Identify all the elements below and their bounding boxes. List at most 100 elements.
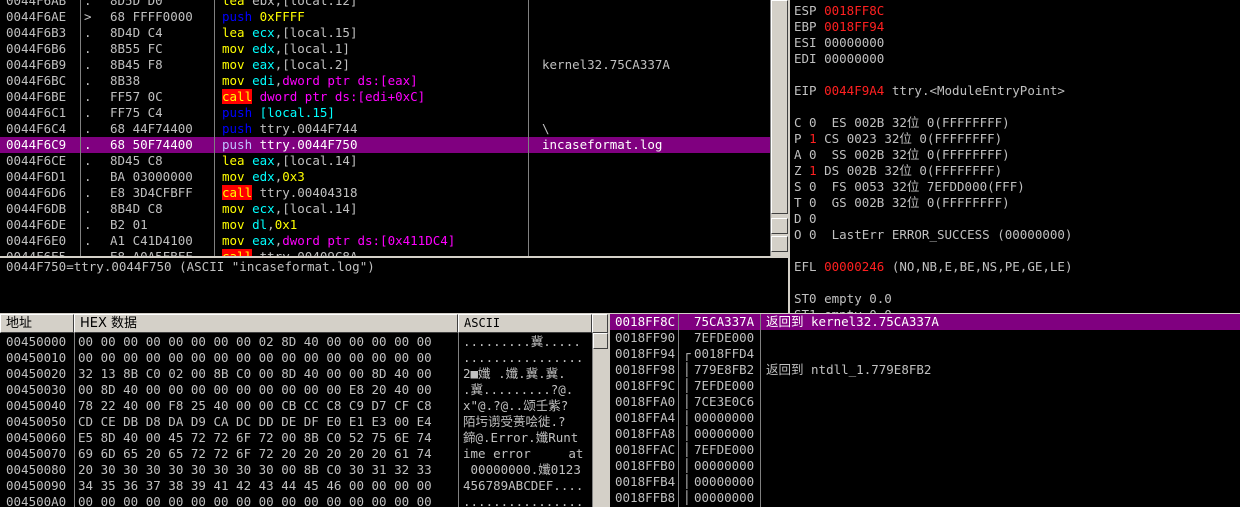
disassembly-scrollbar[interactable] xyxy=(770,0,788,256)
disassembly-pane[interactable]: 0044F6AB. 8D5D D0 lea ebx,[local.12] 0044F6… xyxy=(0,0,770,256)
stack-address: 0018FFB8 xyxy=(615,490,676,505)
disasm-row[interactable]: 0044F6B3. 8D4D C4 lea ecx,[local.15] xyxy=(0,25,770,41)
register-line[interactable]: C 0 ES 002B 32位 0(FFFFFFFF) xyxy=(794,115,1010,131)
register-line[interactable]: EIP 0044F9A4 ttry.<ModuleEntryPoint> xyxy=(794,83,1065,99)
disasm-instruction: mov eax,dword ptr ds:[0x411DC4] xyxy=(222,233,455,249)
dump-address: 00450040 xyxy=(6,398,67,413)
stack-value: 00000000 xyxy=(694,458,755,473)
dump-header-ascii[interactable]: ASCII xyxy=(458,314,592,333)
dump-ascii: 00000000.孅0123 xyxy=(463,462,581,477)
stack-row[interactable]: 0018FFA0 │ 7CE3E0C6 xyxy=(610,394,1240,410)
stack-row[interactable]: 0018FF90 7EFDE000 xyxy=(610,330,1240,346)
dump-header-hex[interactable]: HEX 数据 xyxy=(74,314,458,333)
column-divider xyxy=(214,0,215,256)
register-line[interactable]: ST0 empty 0.0 xyxy=(794,291,892,307)
dump-hex-bytes: E5 8D 40 00 45 72 72 6F 72 00 8B C0 52 7… xyxy=(78,430,432,445)
stack-row[interactable]: 0018FFAC │ 7EFDE000 xyxy=(610,442,1240,458)
disasm-instruction: lea eax,[local.14] xyxy=(222,153,357,169)
instruction-token: lea xyxy=(222,153,245,168)
register-line[interactable]: T 0 GS 002B 32位 0(FFFFFFFF) xyxy=(794,195,1010,211)
disasm-row[interactable]: 0044F6AE >68 FFFF0000 push 0xFFFF xyxy=(0,9,770,25)
disasm-address: 0044F6AB xyxy=(6,0,67,8)
stack-value: 00000000 xyxy=(694,426,755,441)
instruction-token: edi xyxy=(244,73,275,88)
stack-marker: │ xyxy=(683,378,691,393)
disasm-row[interactable]: 0044F6C9. 68 50F74400 push ttry.0044F750 in… xyxy=(0,137,770,153)
disasm-instruction: call dword ptr ds:[edi+0xC] xyxy=(222,89,425,105)
stack-marker: ┌ xyxy=(683,346,691,361)
scroll-up-button[interactable] xyxy=(593,333,608,349)
register-line[interactable]: EFL 00000246 (NO,NB,E,BE,NS,PE,GE,LE) xyxy=(794,259,1072,275)
disasm-row[interactable]: 0044F6B9. 8B45 F8 mov eax,[local.2] kernel3… xyxy=(0,57,770,73)
stack-row[interactable]: 0018FFB0 │ 00000000 xyxy=(610,458,1240,474)
info-pane[interactable]: 0044F750=ttry.0044F750 (ASCII "incasefor… xyxy=(0,256,788,313)
disasm-row[interactable]: 0044F6B6. 8B55 FC mov edx,[local.1] xyxy=(0,41,770,57)
instruction-token: [local.15] xyxy=(252,105,335,120)
stack-row[interactable]: 0018FF9C │ 7EFDE000 xyxy=(610,378,1240,394)
instruction-token: call xyxy=(222,185,253,200)
instruction-token: call xyxy=(222,249,253,256)
dump-scrollbar[interactable] xyxy=(592,333,608,507)
dump-hex-bytes: 00 00 00 00 00 00 00 00 00 00 00 00 00 0… xyxy=(78,494,432,507)
disasm-row[interactable]: 0044F6CE. 8D45 C8 lea eax,[local.14] xyxy=(0,153,770,169)
disasm-address: 0044F6B3 xyxy=(6,25,67,40)
register-line[interactable]: EBP 0018FF94 xyxy=(794,19,884,35)
stack-row[interactable]: 0018FFA8 │ 00000000 xyxy=(610,426,1240,442)
disasm-row[interactable]: 0044F6E0. A1 C41D4100 mov eax,dword ptr ds… xyxy=(0,233,770,249)
scroll-up-button[interactable] xyxy=(771,218,788,234)
disasm-row[interactable]: 0044F6DB. 8B4D C8 mov ecx,[local.14] xyxy=(0,201,770,217)
dump-header-address[interactable]: 地址 xyxy=(0,314,74,333)
register-token: (NO,NB,E,BE,NS,PE,GE,LE) xyxy=(884,259,1073,274)
registers-pane[interactable]: EBX 7EFDE000ESP 0018FF8CEBP 0018FF94ESI … xyxy=(790,0,1240,313)
stack-value: 7EFDE000 xyxy=(694,378,755,393)
stack-address: 0018FF8C xyxy=(615,314,676,329)
register-line[interactable]: S 0 FS 0053 32位 7EFDD000(FFF) xyxy=(794,179,1025,195)
register-line[interactable]: ST1 empty 0.0 xyxy=(794,307,892,313)
stack-row[interactable]: 0018FF98 │ 779E8FB2 返回到 ntdll_1.779E8FB2 xyxy=(610,362,1240,378)
register-line[interactable]: ESI 00000000 xyxy=(794,35,884,51)
register-token: ST1 empty 0.0 xyxy=(794,307,892,313)
disasm-row[interactable]: 0044F6C1. FF75 C4 push [local.15] xyxy=(0,105,770,121)
stack-address: 0018FF9C xyxy=(615,378,676,393)
scroll-down-button[interactable] xyxy=(771,236,788,252)
disasm-row[interactable]: 0044F6BC. 8B38 mov edi,dword ptr ds:[eax] xyxy=(0,73,770,89)
scrollbar-thumb[interactable] xyxy=(771,0,788,214)
disasm-row[interactable]: 0044F6D6. E8 3D4CFBFF call ttry.00404318 xyxy=(0,185,770,201)
register-token: DS 002B 32位 0(FFFFFFFF) xyxy=(816,163,1003,178)
disasm-marker: . xyxy=(84,153,92,168)
disasm-marker: . xyxy=(84,201,92,216)
instruction-token: edx xyxy=(244,169,275,184)
disasm-hex: 68 FFFF0000 xyxy=(110,9,193,24)
dump-ascii: 456789ABCDEF.... xyxy=(463,478,584,493)
register-line[interactable]: A 0 SS 002B 32位 0(FFFFFFFF) xyxy=(794,147,1010,163)
register-line[interactable]: D 0 xyxy=(794,211,817,227)
register-line[interactable]: Z 1 DS 002B 32位 0(FFFFFFFF) xyxy=(794,163,1002,179)
disasm-address: 0044F6B9 xyxy=(6,57,67,72)
disasm-row[interactable]: 0044F6D1. BA 03000000 mov edx,0x3 xyxy=(0,169,770,185)
column-divider xyxy=(760,314,761,507)
stack-marker: │ xyxy=(683,426,691,441)
dump-hex-bytes: 78 22 40 00 F8 25 40 00 00 CB CC C8 C9 D… xyxy=(78,398,432,413)
disasm-marker: . xyxy=(84,25,92,40)
stack-row[interactable]: 0018FF94 ┌ 0018FFD4 xyxy=(610,346,1240,362)
disasm-row[interactable]: 0044F6C4. 68 44F74400 push ttry.0044F744 \ xyxy=(0,121,770,137)
disasm-row[interactable]: 0044F6E5. E8 A0A5FBFF call ttry.00409C8A xyxy=(0,249,770,256)
dump-hex-bytes: 00 00 00 00 00 00 00 00 00 00 00 00 00 0… xyxy=(78,350,432,365)
stack-marker: │ xyxy=(683,474,691,489)
register-line[interactable]: ESP 0018FF8C xyxy=(794,3,884,19)
disasm-row[interactable]: 0044F6AB. 8D5D D0 lea ebx,[local.12] xyxy=(0,0,770,9)
disasm-row[interactable]: 0044F6BE. FF57 0C call dword ptr ds:[edi+0… xyxy=(0,89,770,105)
disasm-row[interactable]: 0044F6DE. B2 01 mov dl,0x1 xyxy=(0,217,770,233)
instruction-token: ttry.0044F750 xyxy=(252,137,358,152)
instruction-token: ,[local.1] xyxy=(274,41,350,56)
register-line[interactable]: P 1 CS 0023 32位 0(FFFFFFFF) xyxy=(794,131,1002,147)
register-line[interactable]: EDI 00000000 xyxy=(794,51,884,67)
stack-row[interactable]: 0018FFA4 │ 00000000 xyxy=(610,410,1240,426)
stack-row[interactable]: 0018FF8C 75CA337A 返回到 kernel32.75CA337A xyxy=(610,314,1240,330)
register-token: 0044F9A4 xyxy=(824,83,885,98)
stack-pane[interactable]: 0018FF8C 75CA337A 返回到 kernel32.75CA337A 001… xyxy=(610,314,1240,507)
register-line[interactable]: O 0 LastErr ERROR_SUCCESS (00000000) xyxy=(794,227,1072,243)
memory-dump-pane[interactable]: 地址 HEX 数据 ASCII 00450000 00 00 00 00 00 0… xyxy=(0,314,608,507)
stack-row[interactable]: 0018FFB8 │ 00000000 xyxy=(610,490,1240,506)
stack-row[interactable]: 0018FFB4 │ 00000000 xyxy=(610,474,1240,490)
